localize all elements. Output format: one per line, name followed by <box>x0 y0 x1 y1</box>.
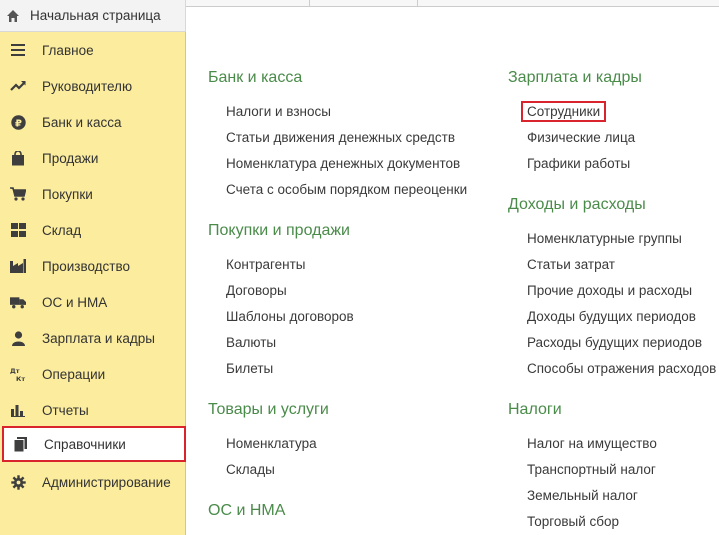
sidebar-item-label: Операции <box>42 366 106 382</box>
group-title-goods-services: Товары и услуги <box>208 401 329 418</box>
group-title-purchases-sales: Покупки и продажи <box>208 222 350 239</box>
link-revaluation-accounts[interactable]: Счета с особым порядком переоценки <box>226 182 467 197</box>
link-deferred-expenses[interactable]: Расходы будущих периодов <box>527 335 702 350</box>
link-money-docs-nomenclature[interactable]: Номенклатура денежных документов <box>226 156 460 171</box>
sidebar-item-admin[interactable]: Администрирование <box>0 464 186 500</box>
svg-text:Дт: Дт <box>10 367 20 375</box>
link-nomenclature-groups[interactable]: Номенклатурные группы <box>527 231 682 246</box>
cart-icon <box>10 186 26 202</box>
sidebar: Главное Руководителю ₽ Банк и касса Прод… <box>0 32 186 535</box>
book-icon <box>12 436 28 452</box>
group-title-os-nma: ОС и НМА <box>208 502 286 519</box>
bar-chart-icon <box>10 402 26 418</box>
link-expense-methods[interactable]: Способы отражения расходов <box>527 361 716 376</box>
truck-icon <box>10 294 26 310</box>
sidebar-item-label: Зарплата и кадры <box>42 330 155 346</box>
warehouse-grid-icon <box>10 222 26 238</box>
gear-icon <box>10 474 26 490</box>
svg-text:₽: ₽ <box>15 118 22 129</box>
ruble-coin-icon: ₽ <box>10 114 26 130</box>
trend-chart-icon <box>10 78 26 94</box>
sidebar-item-os-nma[interactable]: ОС и НМА <box>0 284 186 320</box>
divider <box>186 6 719 7</box>
svg-text:Кт: Кт <box>16 375 25 382</box>
link-warehouses[interactable]: Склады <box>226 462 275 477</box>
link-transport-tax[interactable]: Транспортный налог <box>527 462 656 477</box>
sidebar-item-label: Банк и касса <box>42 114 122 130</box>
home-tab[interactable]: Начальная страница <box>0 0 186 32</box>
sidebar-item-warehouse[interactable]: Склад <box>0 212 186 248</box>
group-title-bank: Банк и касса <box>208 69 303 86</box>
sidebar-item-label: Справочники <box>44 436 126 452</box>
sidebar-item-salary[interactable]: Зарплата и кадры <box>0 320 186 356</box>
link-cost-items[interactable]: Статьи затрат <box>527 257 615 272</box>
group-title-salary: Зарплата и кадры <box>508 69 642 86</box>
link-tickets[interactable]: Билеты <box>226 361 273 376</box>
dt-kt-icon: Дт Кт <box>10 366 26 382</box>
sidebar-item-production[interactable]: Производство <box>0 248 186 284</box>
sidebar-item-label: Производство <box>42 258 131 274</box>
sidebar-item-sales[interactable]: Продажи <box>0 140 186 176</box>
link-work-schedules[interactable]: Графики работы <box>527 156 630 171</box>
sidebar-item-reports[interactable]: Отчеты <box>0 392 186 428</box>
group-title-income-expenses: Доходы и расходы <box>508 196 646 213</box>
link-land-tax[interactable]: Земельный налог <box>527 488 638 503</box>
link-counterparties[interactable]: Контрагенты <box>226 257 306 272</box>
link-employees[interactable]: Сотрудники <box>521 101 607 122</box>
sidebar-item-label: ОС и НМА <box>42 294 108 310</box>
sidebar-item-manager[interactable]: Руководителю <box>0 68 186 104</box>
link-property-tax[interactable]: Налог на имущество <box>527 436 657 451</box>
sidebar-item-operations[interactable]: Дт Кт Операции <box>0 356 186 392</box>
link-contract-templates[interactable]: Шаблоны договоров <box>226 309 354 324</box>
sidebar-item-label: Руководителю <box>42 78 133 94</box>
link-contracts[interactable]: Договоры <box>226 283 287 298</box>
link-other-income-expenses[interactable]: Прочие доходы и расходы <box>527 283 692 298</box>
sidebar-item-bank[interactable]: ₽ Банк и касса <box>0 104 186 140</box>
link-trade-fee[interactable]: Торговый сбор <box>527 514 619 529</box>
top-bar: Начальная страница <box>0 0 719 34</box>
group-title-taxes: Налоги <box>508 401 562 418</box>
sidebar-item-label: Отчеты <box>42 402 89 418</box>
sidebar-item-references[interactable]: Справочники <box>2 426 186 462</box>
link-currencies[interactable]: Валюты <box>226 335 276 350</box>
link-cash-flow-items[interactable]: Статьи движения денежных средств <box>226 130 455 145</box>
factory-icon <box>10 258 26 274</box>
shopping-bag-icon <box>10 150 26 166</box>
person-icon <box>10 330 26 346</box>
link-individuals[interactable]: Физические лица <box>527 130 635 145</box>
home-tab-label: Начальная страница <box>30 8 161 23</box>
sidebar-item-label: Склад <box>42 222 82 238</box>
sidebar-item-purchases[interactable]: Покупки <box>0 176 186 212</box>
sidebar-item-main[interactable]: Главное <box>0 32 186 68</box>
sidebar-item-label: Продажи <box>42 150 99 166</box>
link-deferred-income[interactable]: Доходы будущих периодов <box>527 309 696 324</box>
link-taxes-contributions[interactable]: Налоги и взносы <box>226 104 331 119</box>
home-icon <box>5 8 21 24</box>
sidebar-item-label: Покупки <box>42 186 93 202</box>
link-nomenclature[interactable]: Номенклатура <box>226 436 317 451</box>
sidebar-item-label: Главное <box>42 42 94 58</box>
menu-lines-icon <box>10 42 26 58</box>
sidebar-item-label: Администрирование <box>42 474 171 490</box>
